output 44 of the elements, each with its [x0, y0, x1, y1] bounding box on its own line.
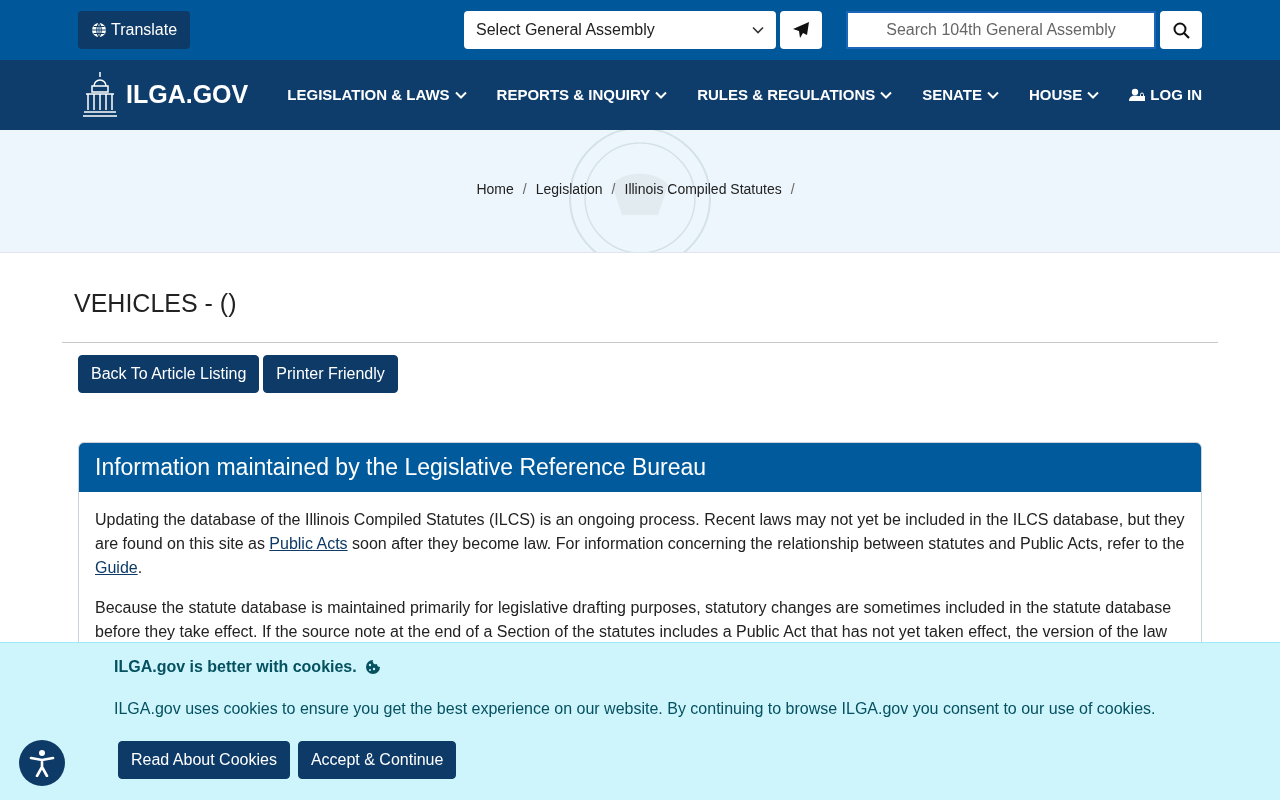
- search-button[interactable]: [1160, 11, 1202, 49]
- paragraph: Updating the database of the Illinois Compiled Statutes (ILCS) is an ongoing process. Recent laws may not yet be included in the ILCS database, but they are found on this site as Public Acts soon after they become law. For information concerning the relationship between statutes and Public Acts, refer to the Guide.: [95, 509, 1185, 578]
- chevron-down-icon: [1087, 91, 1100, 99]
- nav-link[interactable]: SENATE: [922, 83, 999, 107]
- translate-button[interactable]: Translate: [78, 11, 191, 49]
- accessibility-button[interactable]: [19, 740, 65, 786]
- breadcrumb-separator: /: [522, 180, 527, 199]
- chevron-down-icon: [880, 91, 893, 99]
- search-field[interactable]: Search 104th General Assembly: [846, 11, 1156, 49]
- action-button[interactable]: Back To Article Listing: [78, 355, 260, 393]
- user-lock-icon: [1129, 88, 1147, 102]
- page-title: VEHICLES - (): [73, 288, 238, 319]
- login-link[interactable]: LOG IN: [1129, 83, 1202, 107]
- capitol-building-icon: [82, 70, 118, 120]
- chevron-down-icon: [752, 26, 764, 34]
- breadcrumb-link[interactable]: Home: [476, 179, 514, 200]
- chevron-down-icon: [655, 91, 668, 99]
- card-header: Information maintained by the Legislative Reference Bureau: [79, 443, 1201, 492]
- cookie-button[interactable]: Read About Cookies: [118, 741, 290, 779]
- chevron-down-icon: [454, 91, 467, 99]
- paper-plane-icon: [792, 21, 810, 39]
- action-button[interactable]: Printer Friendly: [263, 355, 398, 393]
- cookie-title: ILGA.gov is better with cookies.: [114, 657, 357, 677]
- nav-link[interactable]: HOUSE: [1029, 83, 1100, 107]
- chevron-down-icon: [987, 91, 999, 99]
- nav-link[interactable]: LEGISLATION & LAWS: [287, 83, 467, 107]
- breadcrumb-separator: /: [611, 180, 616, 199]
- text-link[interactable]: Guide: [95, 558, 138, 576]
- search-icon: [1172, 21, 1190, 39]
- breadcrumb-link[interactable]: Illinois Compiled Statutes: [624, 179, 782, 200]
- cookie-icon: [364, 659, 381, 675]
- paragraph: Because the statute database is maintained primarily for legislative drafting purposes, statutory changes are sometimes included in the statute database before they take effect. If the source note at the end of a Section of the statutes includes a Public Act that has not yet taken effect, the version of the law: [95, 597, 1173, 642]
- nav-link[interactable]: REPORTS & INQUIRY: [496, 83, 668, 107]
- send-button[interactable]: [780, 11, 822, 49]
- cookie-button[interactable]: Accept & Continue: [297, 741, 457, 779]
- nav-link[interactable]: RULES & REGULATIONS: [697, 83, 893, 107]
- text-link[interactable]: Public Acts: [269, 534, 348, 552]
- accessibility-person-icon: [29, 749, 55, 777]
- globe-icon: [91, 22, 107, 38]
- breadcrumb-separator: /: [790, 180, 795, 199]
- assembly-select[interactable]: Select General Assembly: [464, 11, 776, 49]
- breadcrumb-link[interactable]: Legislation: [535, 179, 603, 200]
- cookie-text: ILGA.gov uses cookies to ensure you get the best experience on our website. By continuing to browse ILGA.gov you consent to our use of cookies.: [114, 699, 1157, 719]
- site-logo-text[interactable]: ILGA.GOV: [126, 76, 249, 114]
